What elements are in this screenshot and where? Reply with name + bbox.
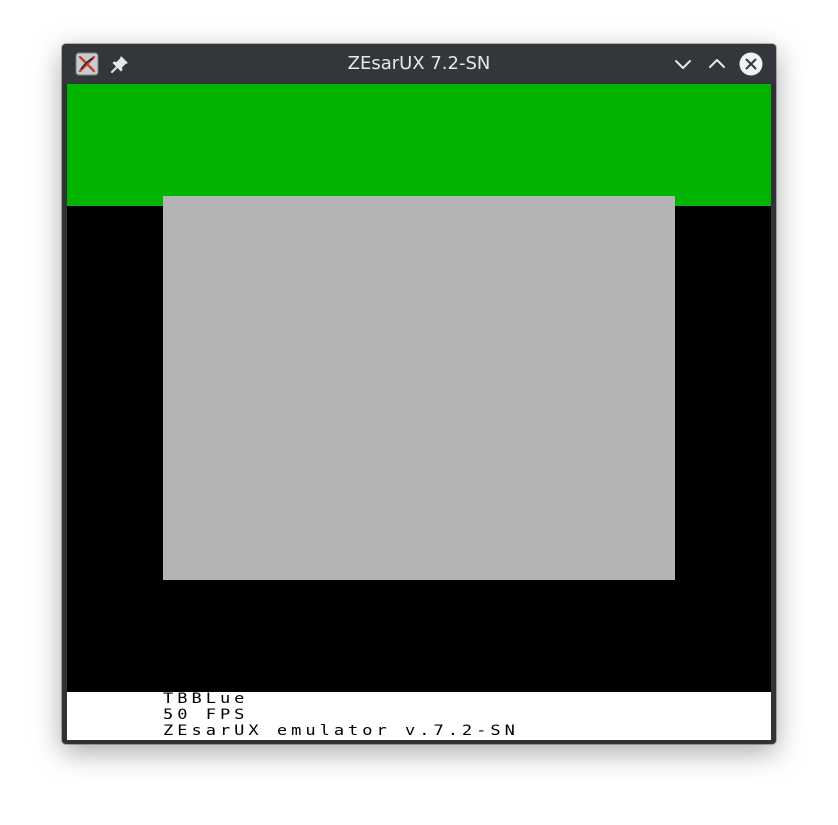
chevron-down-icon bbox=[675, 60, 691, 69]
minimize-button[interactable] bbox=[671, 52, 695, 76]
footer-fps-label: 50 FPS bbox=[163, 706, 249, 724]
emulator-window: ZEsarUX 7.2-SN TBBLue 50 FPS ZEsarUX emu… bbox=[62, 44, 776, 744]
screen-paper-area bbox=[163, 196, 675, 580]
chevron-up-icon bbox=[709, 59, 725, 68]
close-icon bbox=[739, 52, 763, 76]
maximize-button[interactable] bbox=[705, 52, 729, 76]
footer-machine-label: TBBLue bbox=[163, 690, 249, 708]
close-button[interactable] bbox=[739, 52, 763, 76]
footer-version-label: ZEsarUX emulator v.7.2-SN bbox=[163, 722, 519, 740]
screen-border-top bbox=[67, 84, 771, 206]
emulator-screen[interactable]: TBBLue 50 FPS ZEsarUX emulator v.7.2-SN bbox=[67, 84, 771, 740]
title-bar[interactable]: ZEsarUX 7.2-SN bbox=[62, 44, 776, 84]
window-title: ZEsarUX 7.2-SN bbox=[347, 53, 491, 74]
status-footer: TBBLue 50 FPS ZEsarUX emulator v.7.2-SN bbox=[67, 692, 771, 740]
